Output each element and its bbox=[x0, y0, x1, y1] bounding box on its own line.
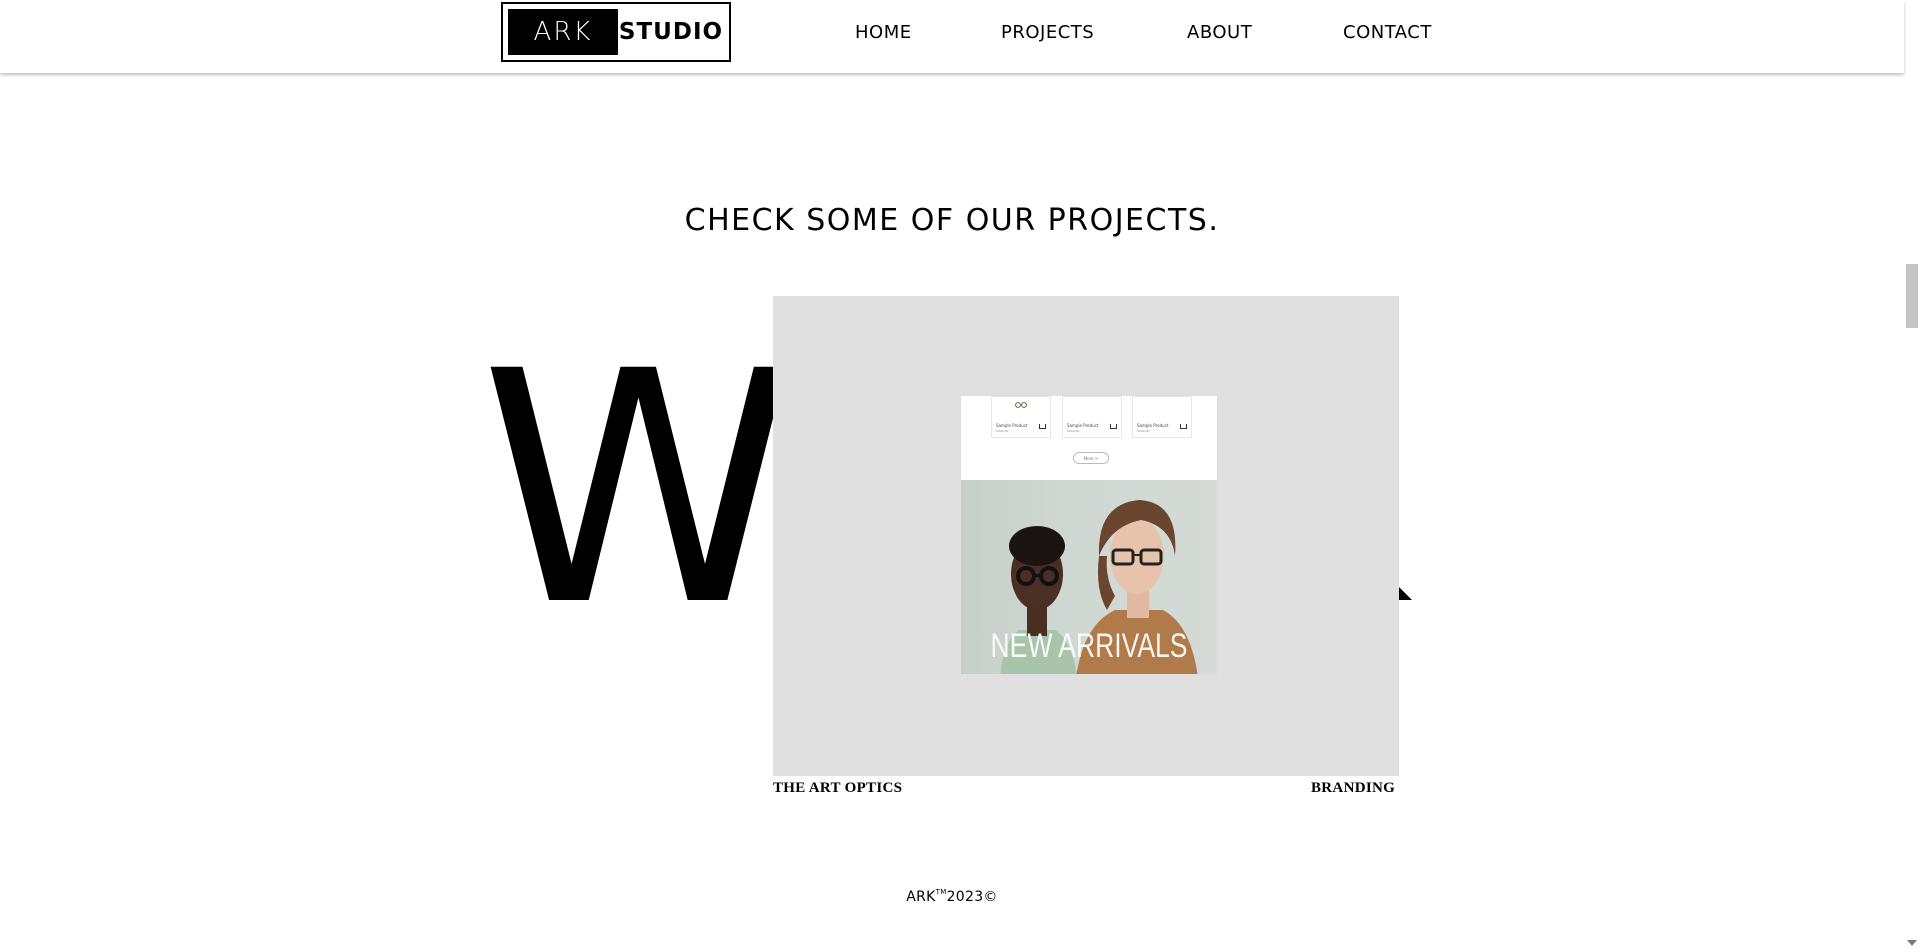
preview-product-price: $000.00 bbox=[996, 429, 1009, 433]
preview-more-button: More > bbox=[1073, 452, 1109, 464]
logo-ark-text: ARK bbox=[508, 9, 618, 55]
preview-product-row: Sample Product $000.00 Sample Product $0… bbox=[961, 396, 1217, 480]
footer-year: 2023© bbox=[946, 889, 998, 905]
preview-product-card: Sample Product $000.00 bbox=[1062, 396, 1122, 438]
preview-product-price: $000.00 bbox=[1137, 429, 1150, 433]
preview-product-title: Sample Product bbox=[1137, 423, 1169, 428]
preview-product-card: Sample Product $000.00 bbox=[991, 396, 1051, 438]
project-card[interactable]: Sample Product $000.00 Sample Product $0… bbox=[773, 296, 1399, 776]
project-preview-image: Sample Product $000.00 Sample Product $0… bbox=[961, 396, 1217, 674]
nav-projects-link[interactable]: PROJECTS bbox=[1001, 22, 1094, 43]
site-footer: ARKTM2023© bbox=[0, 888, 1904, 905]
project-name[interactable]: THE ART OPTICS bbox=[773, 780, 902, 797]
project-category: BRANDING bbox=[1311, 780, 1396, 796]
preview-product-card: Sample Product $000.00 bbox=[1132, 396, 1192, 438]
cart-icon bbox=[1110, 424, 1117, 429]
decorative-big-letter: W bbox=[480, 304, 797, 676]
chevron-down-icon[interactable] bbox=[1907, 940, 1917, 946]
site-header: ARK STUDIO HOME PROJECTS ABOUT CONTACT bbox=[0, 0, 1904, 73]
nav-about-link[interactable]: ABOUT bbox=[1187, 22, 1252, 43]
trademark-mark: TM bbox=[935, 888, 947, 896]
nav-contact-link[interactable]: CONTACT bbox=[1343, 22, 1432, 43]
page-scrollbar[interactable] bbox=[1904, 0, 1920, 952]
nav-home-link[interactable]: HOME bbox=[855, 22, 912, 43]
footer-brand: ARK bbox=[906, 889, 936, 905]
preview-banner: NEW ARRIVALS bbox=[961, 480, 1217, 674]
cart-icon bbox=[1180, 424, 1187, 429]
logo-studio-text: STUDIO bbox=[618, 19, 724, 45]
pointer-icon bbox=[1398, 586, 1412, 600]
glasses-icon bbox=[1015, 402, 1027, 408]
site-logo[interactable]: ARK STUDIO bbox=[501, 2, 731, 62]
banner-heading: NEW ARRIVALS bbox=[990, 627, 1188, 665]
preview-product-price: $000.00 bbox=[1067, 429, 1080, 433]
preview-product-title: Sample Product bbox=[1067, 423, 1099, 428]
scrollbar-thumb[interactable] bbox=[1906, 264, 1918, 328]
preview-product-title: Sample Product bbox=[996, 423, 1028, 428]
section-title: CHECK SOME OF OUR PROJECTS. bbox=[684, 203, 1220, 238]
cart-icon bbox=[1039, 424, 1046, 429]
